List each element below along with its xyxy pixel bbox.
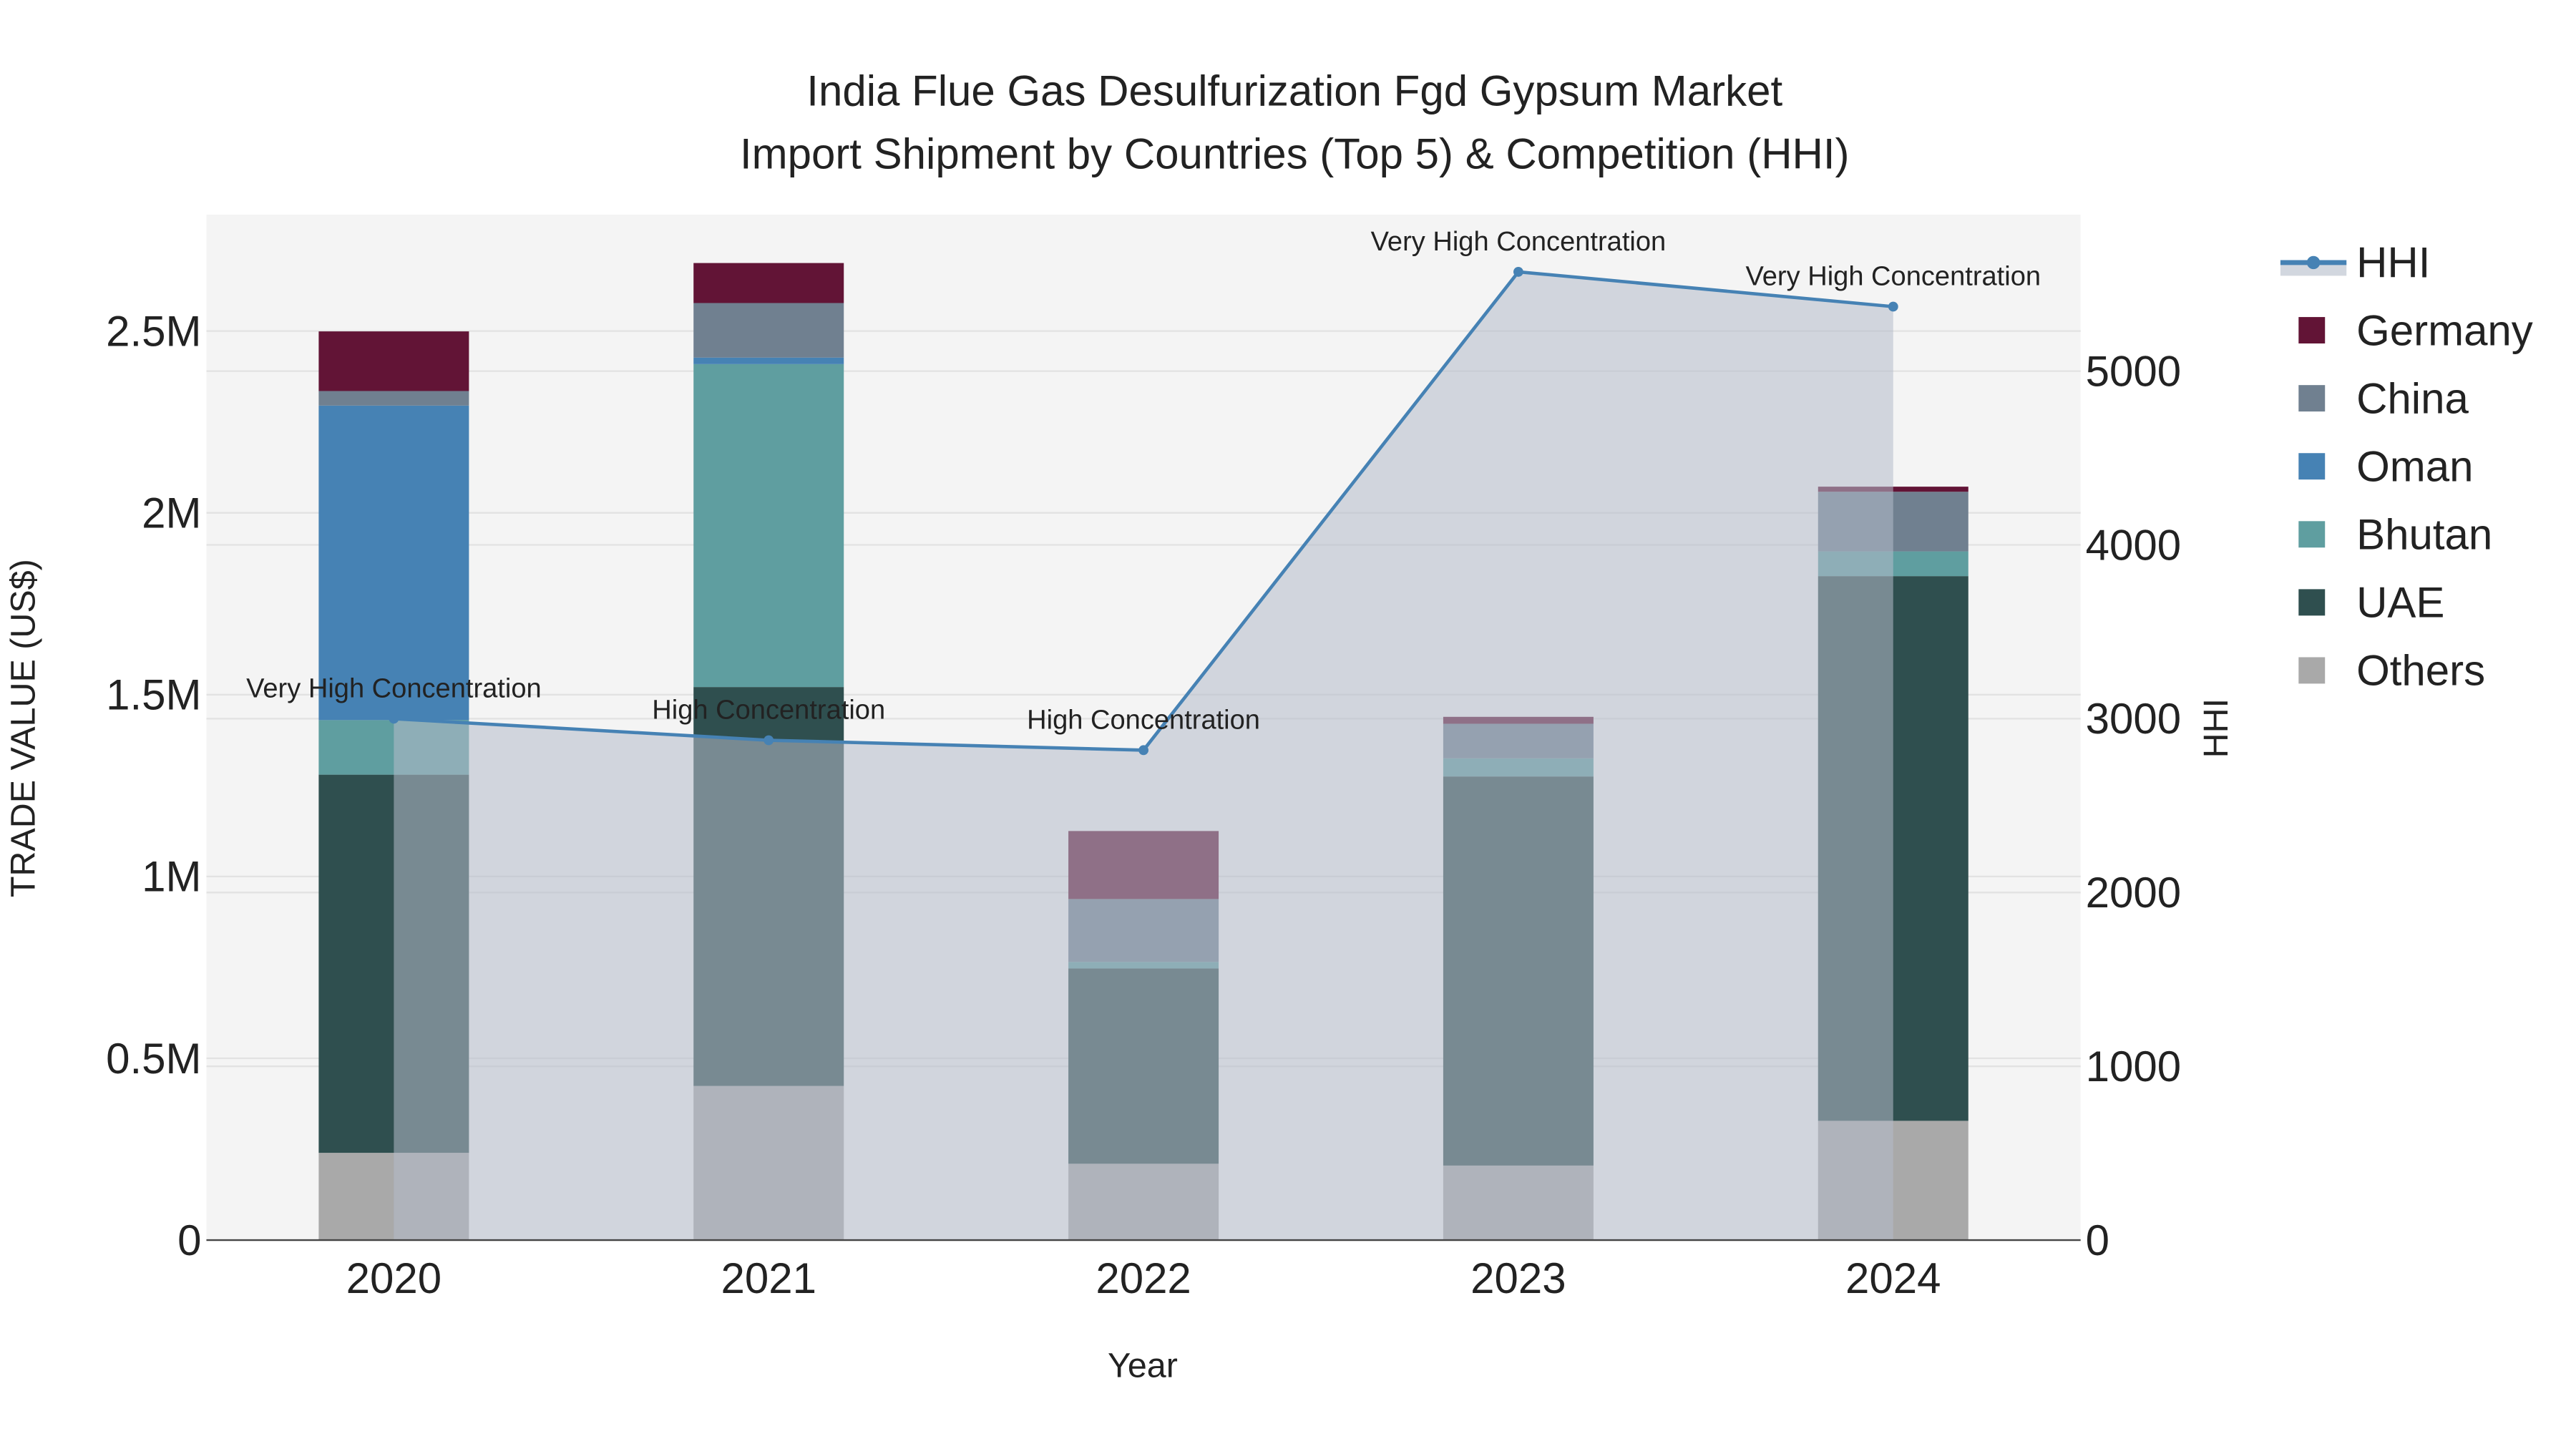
y2-tick-label: 3000 — [2086, 695, 2181, 743]
chart: Very High Concentration High Concentratio… — [4, 67, 2533, 1385]
x-tick-label: 2021 — [721, 1254, 816, 1302]
hhi-annotation: Very High Concentration — [1371, 227, 1667, 257]
bar-bhutan-2021 — [693, 364, 844, 688]
bar-china-2021 — [693, 303, 844, 358]
y2-tick-label: 2000 — [2086, 869, 2181, 917]
legend-swatch-uae — [2298, 589, 2326, 616]
legend-swatch-others — [2298, 657, 2326, 684]
y2-tick-label: 4000 — [2086, 521, 2181, 569]
chart-title-line2: Import Shipment by Countries (Top 5) & C… — [740, 130, 1850, 177]
hhi-annotation: Very High Concentration — [246, 673, 542, 703]
hhi-point-2021 — [763, 735, 774, 746]
x-axis-title: Year — [1108, 1347, 1178, 1385]
legend-label-oman: Oman — [2356, 442, 2473, 490]
hhi-point-2020 — [389, 713, 399, 724]
x-tick-labels: 2020 2021 2022 2023 2024 — [346, 1254, 1941, 1302]
legend-label-hhi: HHI — [2356, 239, 2430, 287]
hhi-point-2024 — [1888, 301, 1898, 312]
y-axis-title: TRADE VALUE (US$) — [4, 559, 42, 897]
x-tick-label: 2022 — [1096, 1254, 1191, 1302]
legend-swatch-china — [2298, 385, 2326, 412]
x-tick-label: 2024 — [1845, 1254, 1941, 1302]
y2-tick-label: 0 — [2086, 1216, 2109, 1264]
y-tick-label: 1M — [142, 853, 201, 901]
y-tick-labels: 0 0.5M 1M 1.5M 2M 2.5M — [106, 307, 201, 1264]
hhi-point-2022 — [1138, 745, 1148, 756]
x-tick-label: 2020 — [346, 1254, 441, 1302]
y-tick-label: 0 — [177, 1216, 201, 1264]
y2-tick-label: 5000 — [2086, 347, 2181, 395]
hhi-annotation: High Concentration — [1027, 705, 1260, 735]
hhi-annotation: High Concentration — [652, 696, 885, 726]
hhi-point-2023 — [1513, 266, 1523, 277]
legend-swatch-bhutan — [2298, 521, 2326, 548]
legend-label-others: Others — [2356, 647, 2485, 695]
hhi-annotation: Very High Concentration — [1745, 261, 2041, 291]
legend-label-germany: Germany — [2356, 306, 2533, 354]
y2-axis-title: HHI — [2197, 698, 2235, 758]
y-tick-label: 0.5M — [106, 1035, 201, 1083]
y-tick-label: 2M — [142, 489, 201, 537]
bar-germany-2020 — [318, 331, 469, 391]
chart-title-line1: India Flue Gas Desulfurization Fgd Gypsu… — [806, 67, 1782, 115]
y2-tick-labels: 0 1000 2000 3000 4000 5000 — [2086, 347, 2181, 1264]
bar-china-2020 — [318, 391, 469, 406]
bar-germany-2021 — [693, 263, 844, 303]
y2-tick-label: 1000 — [2086, 1043, 2181, 1091]
legend-label-bhutan: Bhutan — [2356, 511, 2492, 559]
legend-label-china: China — [2356, 374, 2469, 422]
legend-swatch-germany — [2298, 317, 2326, 343]
legend-hhi-marker — [2306, 255, 2321, 270]
x-tick-label: 2023 — [1470, 1254, 1566, 1302]
y-tick-label: 2.5M — [106, 307, 201, 355]
y-tick-label: 1.5M — [106, 671, 201, 719]
legend-swatch-oman — [2298, 453, 2326, 480]
legend: HHI Germany China Oman Bhutan UAE Others — [2280, 239, 2533, 695]
bar-oman-2021 — [693, 357, 844, 364]
legend-label-uae: UAE — [2356, 579, 2444, 627]
